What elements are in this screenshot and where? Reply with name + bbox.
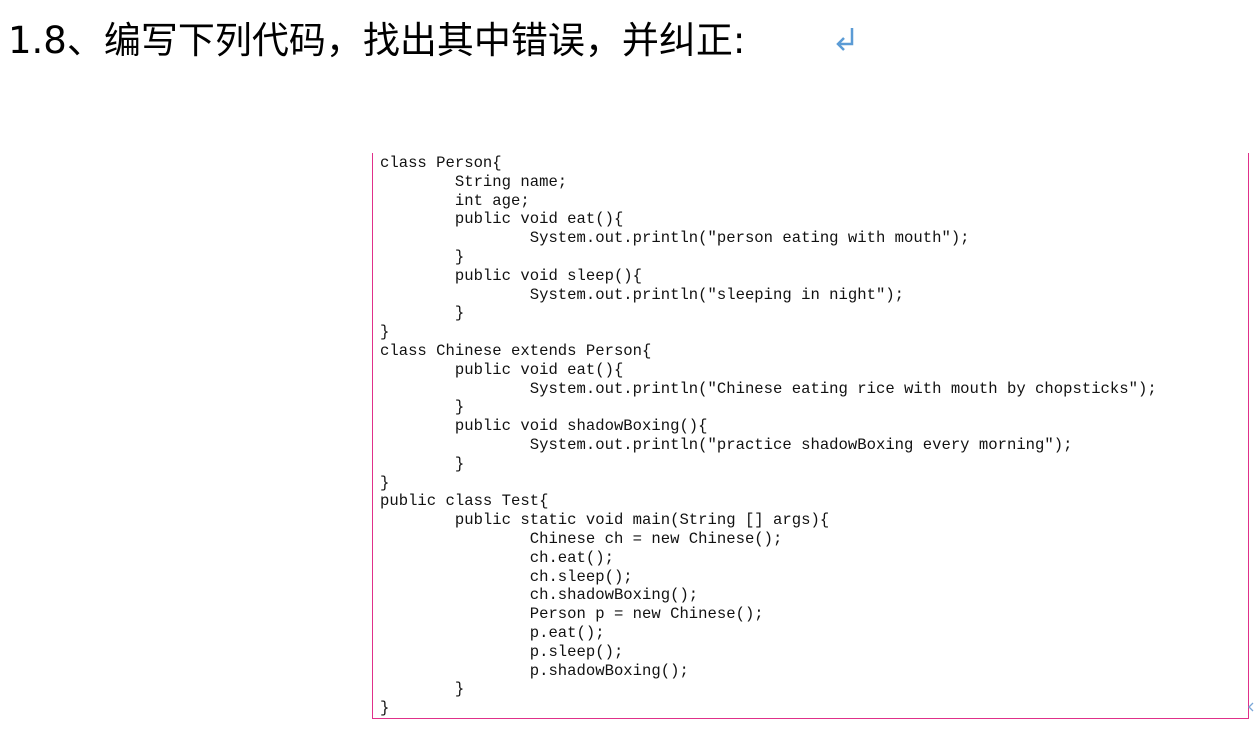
- code-line: public void shadowBoxing(){: [380, 417, 708, 436]
- frame-resize-handle-icon: [1248, 702, 1254, 712]
- code-line: public static void main(String [] args){: [380, 511, 830, 530]
- java-code-block: class Person{ String name; int age; publ…: [380, 154, 1157, 718]
- code-line: ch.sleep();: [380, 567, 633, 586]
- code-line: }: [380, 473, 390, 492]
- code-line: p.shadowBoxing();: [380, 661, 689, 680]
- code-line: }: [380, 323, 390, 342]
- code-line: System.out.println("practice shadowBoxin…: [380, 435, 1073, 454]
- code-line: p.sleep();: [380, 642, 624, 661]
- code-line: }: [380, 699, 390, 718]
- code-line: class Chinese extends Person{: [380, 341, 652, 360]
- code-line: System.out.println("person eating with m…: [380, 229, 970, 248]
- code-line: p.eat();: [380, 623, 605, 642]
- question-heading: 1.8、编写下列代码，找出其中错误，并纠正:: [8, 19, 746, 62]
- code-line: System.out.println("Chinese eating rice …: [380, 379, 1157, 398]
- code-line: int age;: [380, 191, 530, 210]
- code-line: class Person{: [380, 154, 502, 172]
- code-line: }: [380, 454, 465, 473]
- code-line: ch.eat();: [380, 548, 614, 567]
- code-line: }: [380, 398, 465, 417]
- code-line: }: [380, 247, 465, 266]
- code-line: public class Test{: [380, 492, 549, 511]
- code-line: System.out.println("sleeping in night");: [380, 285, 905, 304]
- code-line: public void eat(){: [380, 360, 624, 379]
- code-line: Person p = new Chinese();: [380, 605, 764, 624]
- code-image-frame: class Person{ String name; int age; publ…: [372, 153, 1249, 719]
- return-arrow-icon: [836, 28, 854, 51]
- code-line: ch.shadowBoxing();: [380, 586, 699, 605]
- code-line: public void eat(){: [380, 210, 624, 229]
- code-line: String name;: [380, 172, 568, 191]
- code-line: }: [380, 680, 465, 699]
- code-line: }: [380, 304, 465, 323]
- code-line: Chinese ch = new Chinese();: [380, 529, 783, 548]
- code-line: public void sleep(){: [380, 266, 643, 285]
